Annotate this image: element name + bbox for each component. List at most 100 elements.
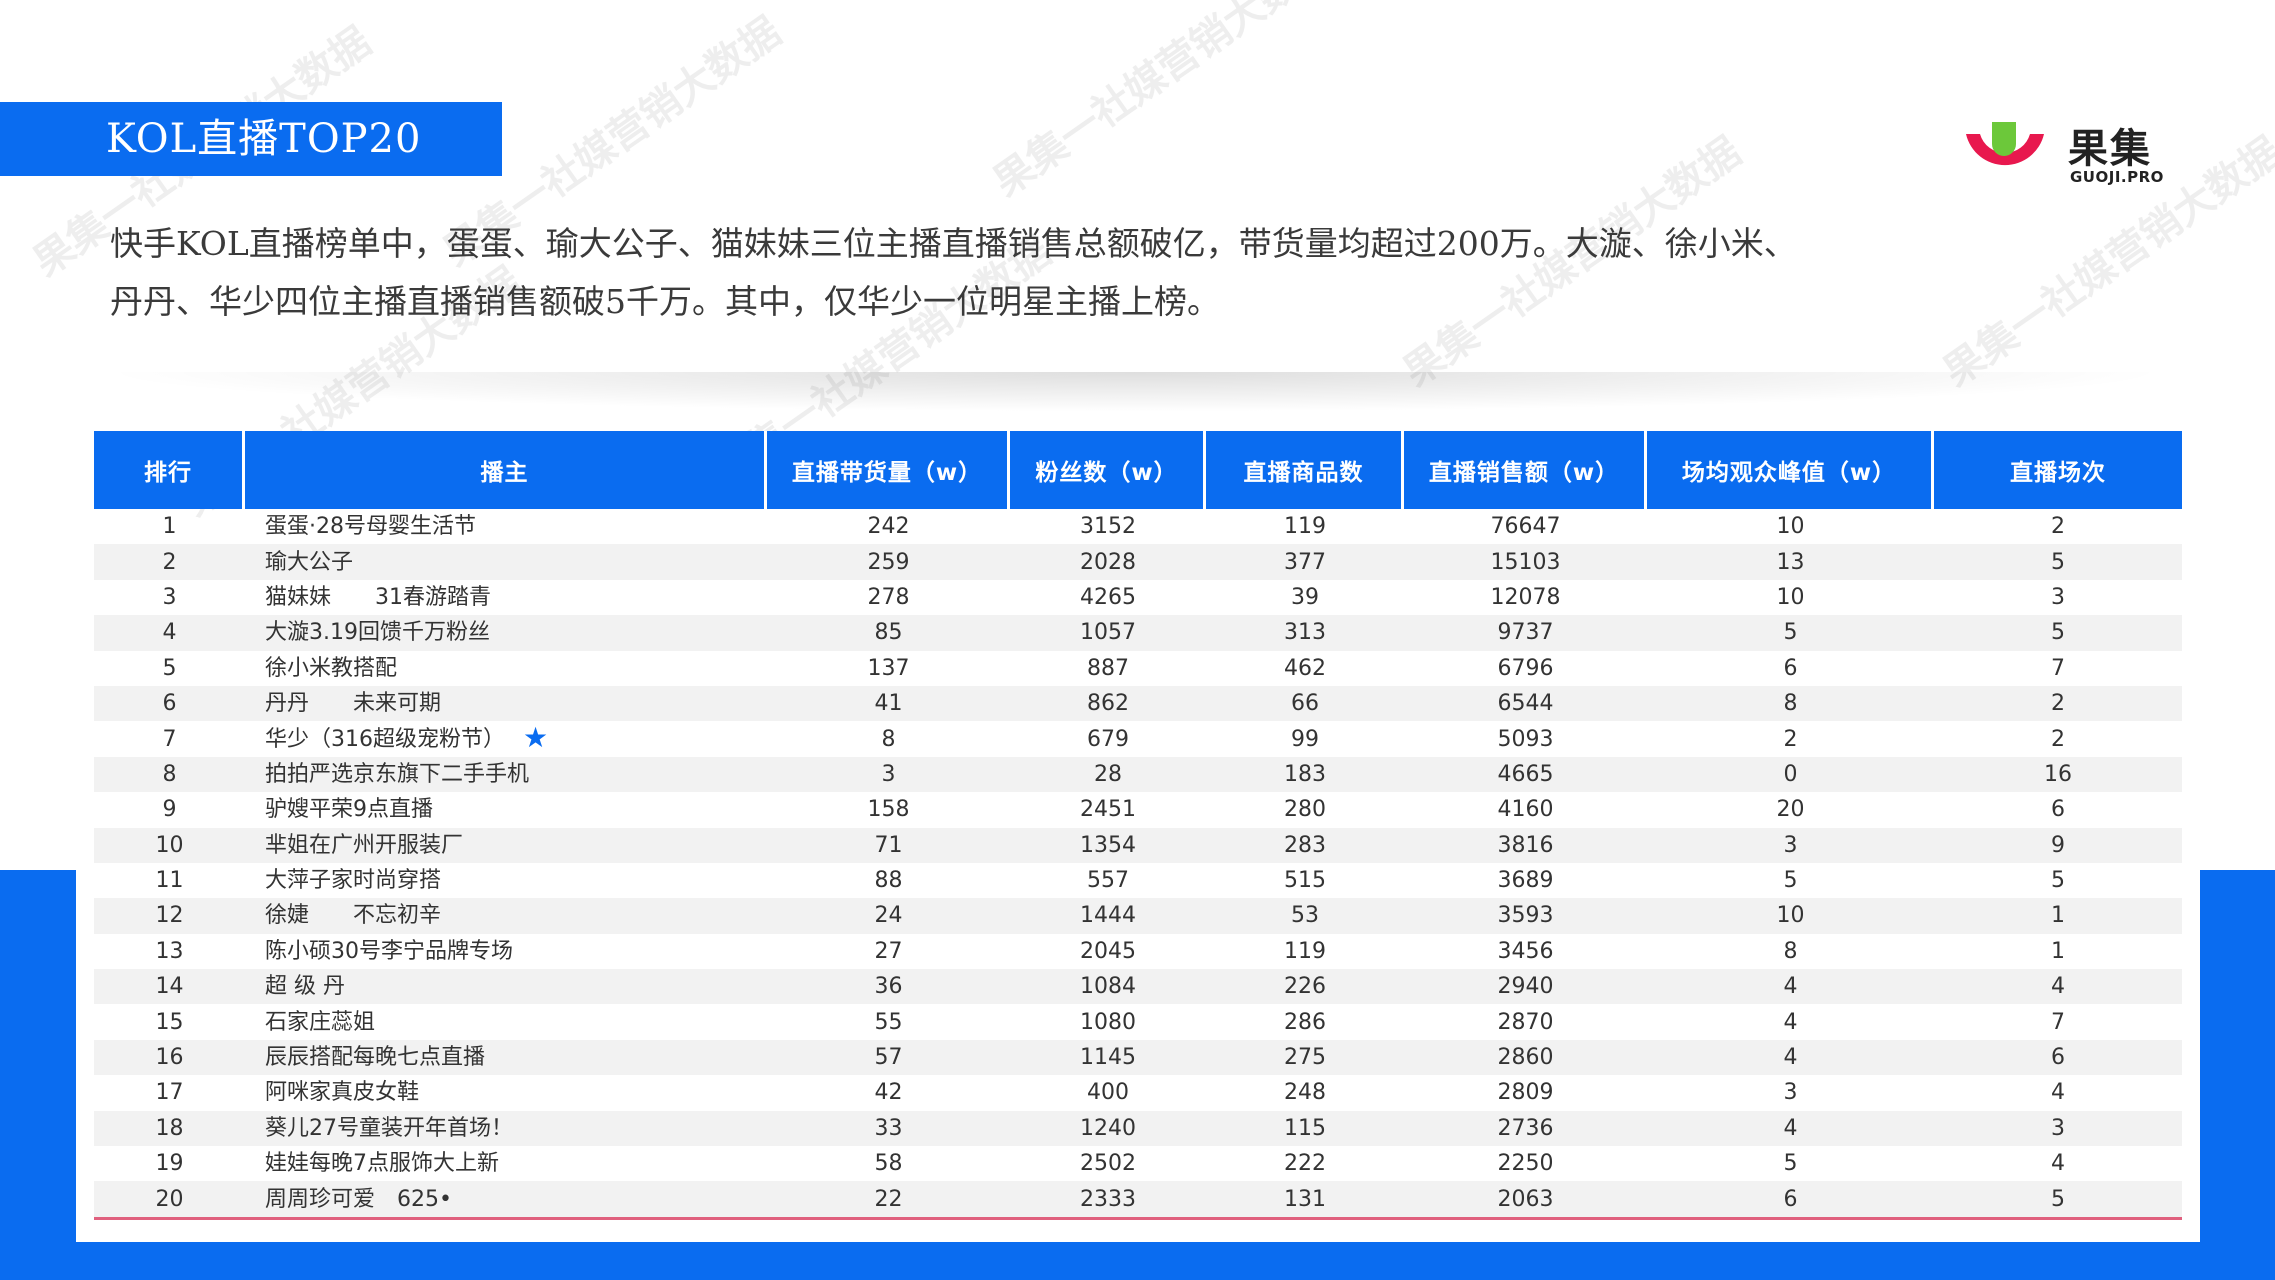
table-cell: 2940	[1404, 969, 1647, 1005]
table-cell: 3593	[1404, 898, 1647, 934]
table-row: 7 华少（316超级宠粉节） ★ 8 679 99 5093 2 2	[94, 721, 2182, 756]
table-row: 6 丹丹 未来可期 41 862 66 6544 8 2	[94, 685, 2182, 722]
table-cell: 242	[867, 514, 910, 540]
table-cell: 2870	[1497, 1009, 1554, 1035]
host-name: 周周珍可爱 625•	[265, 1186, 452, 1212]
column-header: 直播商品数	[1206, 431, 1404, 509]
table-cell: 28	[1010, 756, 1206, 793]
host-name-cell: 超 级 丹	[245, 969, 767, 1005]
table-cell: 679	[1087, 726, 1129, 752]
table-cell: 8	[1647, 685, 1934, 722]
table-row: 10 芈姐在广州开服装厂 71 1354 283 3816 3 9	[94, 827, 2182, 863]
guoji-logo-icon	[1966, 122, 2044, 166]
table-cell: 3	[767, 756, 1010, 793]
logo-text-cn: 果集	[2068, 126, 2152, 172]
host-name: 大萍子家时尚穿搭	[265, 868, 442, 894]
table-cell: 4160	[1497, 797, 1554, 823]
table-cell: 2736	[1404, 1110, 1647, 1147]
table-header-row: 排行 播主 直播带货量（w） 粉丝数（w） 直播商品数 直播销售额（w） 场均观众峰值（w）…	[94, 431, 2182, 509]
table-cell: 20	[1776, 797, 1805, 823]
table-row: 8 拍拍严选京东旗下二手手机 3 28 183 4665 0 16	[94, 756, 2182, 793]
table-cell: 2063	[1404, 1181, 1647, 1220]
table-row: 11 大萍子家时尚穿搭 88 557 515 3689 5 5	[94, 863, 2182, 898]
table-cell: 4	[1647, 969, 1934, 1005]
host-name: 陈小硕30号李宁品牌专场	[265, 938, 513, 964]
table-cell: 183	[1206, 756, 1404, 793]
column-header: 排行	[94, 431, 245, 509]
host-name-cell: 丹丹 未来可期	[245, 685, 767, 722]
table-cell: 248	[1284, 1080, 1326, 1106]
table-cell: 2045	[1080, 938, 1136, 964]
column-header: 直播销售额（w）	[1404, 431, 1647, 509]
column-header: 播主	[245, 431, 767, 509]
table-cell: 10	[1647, 898, 1934, 934]
table-cell: 99	[1291, 726, 1319, 752]
table-cell: 0	[1647, 756, 1934, 793]
host-name-cell: 娃娃每晚7点服饰大上新	[245, 1146, 767, 1181]
host-name-cell: 瑜大公子	[245, 544, 767, 580]
table-cell: 158	[867, 797, 910, 823]
table-cell: 15103	[1404, 544, 1647, 580]
host-name: 娃娃每晚7点服饰大上新	[265, 1151, 499, 1177]
table-cell: 400	[1087, 1080, 1129, 1106]
table-cell: 16	[94, 1039, 245, 1076]
host-name: 华少（316超级宠粉节）	[265, 726, 505, 752]
table-cell: 27	[874, 938, 903, 964]
table-cell: 19	[155, 1151, 184, 1177]
table-cell: 13	[1647, 544, 1934, 580]
host-name: 徐婕 不忘初辛	[265, 903, 442, 929]
table-cell: 6	[2051, 797, 2065, 823]
table-cell: 9737	[1404, 615, 1647, 651]
table-cell: 3	[1783, 1080, 1798, 1106]
table-cell: 115	[1206, 1110, 1404, 1147]
table-cell: 1	[1934, 898, 2182, 934]
table-cell: 4	[1934, 969, 2182, 1005]
table-cell: 4	[1783, 1009, 1798, 1035]
table-cell: 76647	[1490, 514, 1561, 540]
table-cell: 283	[1206, 827, 1404, 863]
table-cell: 18	[94, 1110, 245, 1147]
host-name-cell: 陈小硕30号李宁品牌专场	[245, 934, 767, 969]
host-name-cell: 徐小米教搭配	[245, 651, 767, 686]
table-cell: 2502	[1080, 1151, 1136, 1177]
table-cell: 131	[1206, 1181, 1404, 1220]
table-cell: 53	[1206, 898, 1404, 934]
table-cell: 4	[2051, 1080, 2065, 1106]
table-cell: 4	[1647, 1110, 1934, 1147]
column-header: 粉丝数（w）	[1010, 431, 1206, 509]
table-cell: 1354	[1010, 827, 1206, 863]
table-cell: 5	[1783, 1151, 1798, 1177]
table-cell: 377	[1206, 544, 1404, 580]
host-name: 蛋蛋·28号母婴生活节	[265, 514, 476, 540]
table-cell: 6796	[1497, 655, 1554, 681]
table-cell: 2250	[1497, 1151, 1554, 1177]
host-name: 猫妹妹 31春游踏青	[265, 584, 491, 610]
column-header: 直播带货量（w）	[767, 431, 1010, 509]
table-cell: 71	[767, 827, 1010, 863]
table-cell: 4	[1647, 1039, 1934, 1076]
table-cell: 119	[1284, 938, 1326, 964]
table-row: 18 葵儿27号童装开年首场！ 33 1240 115 2736 4 3	[94, 1110, 2182, 1147]
table-row: 1 蛋蛋·28号母婴生活节 242 3152 119 76647 10 2	[94, 509, 2182, 544]
table-cell: 3	[162, 584, 177, 610]
host-name: 丹丹 未来可期	[265, 691, 442, 717]
table-cell: 24	[767, 898, 1010, 934]
table-cell: 14	[94, 969, 245, 1005]
table-cell: 259	[767, 544, 1010, 580]
host-name: 拍拍严选京东旗下二手手机	[265, 761, 530, 787]
table-cell: 226	[1206, 969, 1404, 1005]
table-cell: 3	[1934, 1110, 2182, 1147]
table-cell: 5	[1934, 1181, 2182, 1220]
table-cell: 8	[1783, 938, 1798, 964]
table-cell: 6	[1783, 655, 1798, 681]
table-cell: 15	[155, 1009, 184, 1035]
table-cell: 20	[94, 1181, 245, 1220]
table-row: 14 超 级 丹 36 1084 226 2940 4 4	[94, 969, 2182, 1005]
table-cell: 3689	[1497, 868, 1554, 894]
table-cell: 2	[1934, 685, 2182, 722]
table-cell: 1057	[1010, 615, 1206, 651]
host-name-cell: 猫妹妹 31春游踏青	[245, 580, 767, 615]
table-cell: 9	[1934, 827, 2182, 863]
table-row: 19 娃娃每晚7点服饰大上新 58 2502 222 2250 5 4	[94, 1146, 2182, 1181]
table-cell: 9	[162, 797, 177, 823]
